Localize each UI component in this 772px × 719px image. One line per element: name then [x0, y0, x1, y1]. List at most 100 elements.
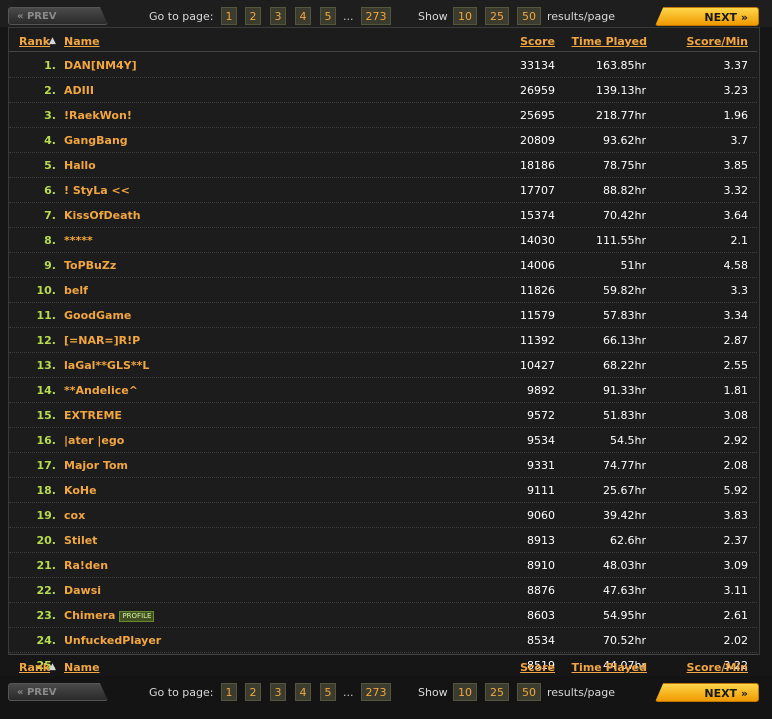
- page-2-button[interactable]: 2: [245, 7, 261, 25]
- player-name-link[interactable]: Major Tom: [64, 459, 128, 472]
- player-name-link[interactable]: **Andelice^: [64, 384, 138, 397]
- player-name-text[interactable]: ! StyLa <<: [64, 184, 130, 197]
- score-column-header[interactable]: Score: [520, 661, 555, 674]
- player-name-link[interactable]: [=NAR=]R!P: [64, 334, 140, 347]
- score-per-min-cell: 2.1: [730, 234, 749, 247]
- show-25-button[interactable]: 25: [485, 7, 509, 25]
- player-name-text[interactable]: *****: [64, 234, 93, 247]
- player-name-text[interactable]: belf: [64, 284, 88, 297]
- page-5-button[interactable]: 5: [320, 7, 336, 25]
- prev-button[interactable]: « PREV: [8, 683, 108, 701]
- player-name-link[interactable]: Chimera PROFILE: [64, 609, 155, 622]
- show-10-button[interactable]: 10: [453, 683, 477, 701]
- score-per-min-column-header[interactable]: Score/Min: [687, 661, 748, 674]
- page-4-button[interactable]: 4: [295, 7, 311, 25]
- player-name-text[interactable]: [=NAR=]R!P: [64, 334, 140, 347]
- player-name-text[interactable]: DAN[NM4Y]: [64, 59, 137, 72]
- page-3-button[interactable]: 3: [270, 7, 286, 25]
- player-name-text[interactable]: Chimera: [64, 609, 115, 622]
- player-name-link[interactable]: ADIII: [64, 84, 94, 97]
- player-name-link[interactable]: DAN[NM4Y]: [64, 59, 137, 72]
- score-per-min-cell: 3.08: [723, 409, 749, 422]
- player-name-text[interactable]: Ra!den: [64, 559, 108, 572]
- score-cell: 18186: [520, 159, 555, 172]
- player-name-link[interactable]: KissOfDeath: [64, 209, 141, 222]
- player-name-text[interactable]: Stilet: [64, 534, 97, 547]
- player-name-text[interactable]: Major Tom: [64, 459, 128, 472]
- show-10-button[interactable]: 10: [453, 7, 477, 25]
- player-name-link[interactable]: ToPBuZz: [64, 259, 116, 272]
- last-page-button[interactable]: 273: [361, 683, 391, 701]
- player-name-link[interactable]: *****: [64, 234, 93, 247]
- time-played-column-header[interactable]: Time Played: [572, 35, 647, 48]
- player-name-link[interactable]: |ater |ego: [64, 434, 124, 447]
- goto-page-label: Go to page:: [149, 10, 214, 23]
- player-name-text[interactable]: Dawsi: [64, 584, 101, 597]
- time-played-cell: 70.52hr: [603, 634, 646, 647]
- player-name-text[interactable]: |ater |ego: [64, 434, 124, 447]
- rank-cell: 1.: [44, 59, 56, 72]
- rank-column-header[interactable]: Rank: [19, 35, 50, 48]
- player-name-link[interactable]: belf: [64, 284, 88, 297]
- next-button[interactable]: NEXT »: [655, 683, 759, 702]
- player-name-link[interactable]: !RaekWon!: [64, 109, 132, 122]
- player-name-text[interactable]: ADIII: [64, 84, 94, 97]
- player-name-text[interactable]: GangBang: [64, 134, 128, 147]
- player-name-text[interactable]: **Andelice^: [64, 384, 138, 397]
- rank-cell: 8.: [44, 234, 56, 247]
- name-column-header[interactable]: Name: [64, 35, 100, 48]
- player-name-text[interactable]: !RaekWon!: [64, 109, 132, 122]
- score-cell: 9331: [527, 459, 555, 472]
- player-name-link[interactable]: UnfuckedPlayer: [64, 634, 161, 647]
- rank-cell: 3.: [44, 109, 56, 122]
- player-name-link[interactable]: Ra!den: [64, 559, 108, 572]
- player-name-text[interactable]: ToPBuZz: [64, 259, 116, 272]
- score-per-min-cell: 2.61: [723, 609, 749, 622]
- player-name-text[interactable]: GoodGame: [64, 309, 131, 322]
- player-name-text[interactable]: cox: [64, 509, 85, 522]
- page-1-button[interactable]: 1: [221, 7, 237, 25]
- score-cell: 15374: [520, 209, 555, 222]
- player-name-link[interactable]: EXTREME: [64, 409, 122, 422]
- rank-cell: 7.: [44, 209, 56, 222]
- time-played-cell: 54.95hr: [603, 609, 646, 622]
- rank-column-header[interactable]: Rank: [19, 661, 50, 674]
- profile-badge[interactable]: PROFILE: [119, 610, 155, 622]
- player-name-text[interactable]: Hallo: [64, 159, 96, 172]
- player-name-link[interactable]: KoHe: [64, 484, 97, 497]
- player-name-text[interactable]: KissOfDeath: [64, 209, 141, 222]
- table-row: 4. GangBang 20809 93.62hr 3.7: [9, 128, 757, 153]
- table-row: 21. Ra!den 8910 48.03hr 3.09: [9, 553, 757, 578]
- page-3-button[interactable]: 3: [270, 683, 286, 701]
- prev-button[interactable]: « PREV: [8, 7, 108, 25]
- player-name-link[interactable]: cox: [64, 509, 85, 522]
- player-name-link[interactable]: Dawsi: [64, 584, 101, 597]
- show-label: Show: [418, 10, 448, 23]
- player-name-text[interactable]: laGal**GLS**L: [64, 359, 149, 372]
- score-column-header[interactable]: Score: [520, 35, 555, 48]
- player-name-link[interactable]: GoodGame: [64, 309, 131, 322]
- player-name-link[interactable]: Stilet: [64, 534, 97, 547]
- sort-ascending-icon: ▲: [49, 36, 56, 46]
- player-name-text[interactable]: EXTREME: [64, 409, 122, 422]
- last-page-button[interactable]: 273: [361, 7, 391, 25]
- score-per-min-cell: 2.55: [723, 359, 749, 372]
- score-per-min-column-header[interactable]: Score/Min: [687, 35, 748, 48]
- name-column-header[interactable]: Name: [64, 661, 100, 674]
- player-name-text[interactable]: KoHe: [64, 484, 97, 497]
- show-50-button[interactable]: 50: [517, 7, 541, 25]
- page-1-button[interactable]: 1: [221, 683, 237, 701]
- show-50-button[interactable]: 50: [517, 683, 541, 701]
- player-name-link[interactable]: Hallo: [64, 159, 96, 172]
- score-cell: 26959: [520, 84, 555, 97]
- page-5-button[interactable]: 5: [320, 683, 336, 701]
- show-25-button[interactable]: 25: [485, 683, 509, 701]
- player-name-link[interactable]: ! StyLa <<: [64, 184, 130, 197]
- next-button[interactable]: NEXT »: [655, 7, 759, 26]
- player-name-link[interactable]: laGal**GLS**L: [64, 359, 149, 372]
- time-played-column-header[interactable]: Time Played: [572, 661, 647, 674]
- page-2-button[interactable]: 2: [245, 683, 261, 701]
- page-4-button[interactable]: 4: [295, 683, 311, 701]
- player-name-text[interactable]: UnfuckedPlayer: [64, 634, 161, 647]
- player-name-link[interactable]: GangBang: [64, 134, 128, 147]
